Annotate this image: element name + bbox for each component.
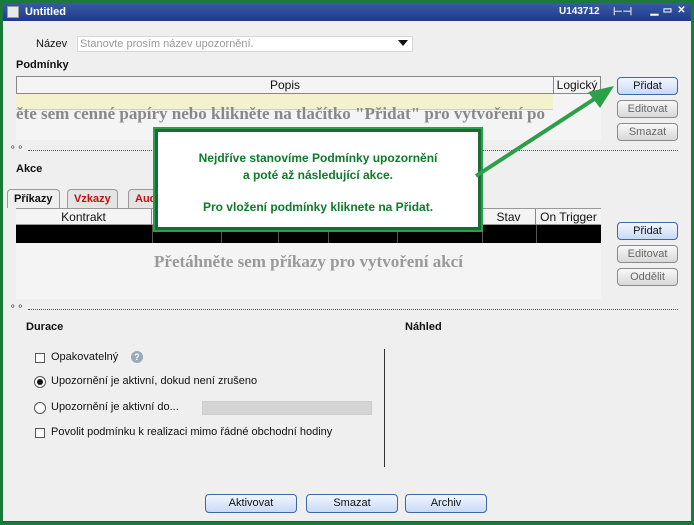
maximize-icon[interactable]: ▭ [662, 6, 673, 17]
repeat-label: Opakovatelný [51, 351, 119, 363]
active-until-cancelled-label: Upozornění je aktivní, dokud není zrušen… [51, 375, 258, 387]
expiry-date-field[interactable] [202, 401, 372, 415]
outside-hours-label: Povolit podmínku k realizaci mimo řádné … [51, 426, 333, 438]
help-icon[interactable]: ? [131, 351, 143, 363]
collapse-icon[interactable]: ⚬⚬ [9, 301, 24, 312]
collapse-icon[interactable]: ⚬⚬ [9, 142, 24, 153]
active-until-date-radio[interactable] [34, 402, 46, 414]
column-header-contract[interactable]: Kontrakt [16, 209, 152, 225]
preview-divider [384, 349, 385, 467]
separate-action-button[interactable]: Oddělit [617, 268, 678, 286]
tab-messages[interactable]: Vzkazy [67, 189, 118, 208]
column-header-status[interactable]: Stav [482, 209, 536, 225]
actions-heading: Akce [16, 163, 43, 175]
outside-hours-checkbox[interactable] [35, 428, 45, 438]
duration-heading: Durace [26, 321, 64, 333]
title-bar: Untitled U143712 ⊢⊣ ▁ ▭ ✕ [3, 3, 691, 21]
conditions-heading: Podmínky [16, 59, 69, 71]
actions-splitter[interactable] [28, 309, 678, 315]
add-condition-button[interactable]: Přidat [617, 77, 678, 95]
close-icon[interactable]: ✕ [676, 6, 687, 17]
account-id: U143712 [559, 6, 600, 17]
tutorial-callout: Nejdříve stanovíme Podmínky upozornění a… [153, 127, 483, 232]
active-until-cancelled-radio[interactable] [34, 376, 46, 388]
app-icon [7, 6, 19, 18]
delete-button[interactable]: Smazat [306, 494, 398, 513]
callout-line-2: a poté až následující akce. [242, 168, 394, 182]
edit-condition-button[interactable]: Editovat [617, 100, 678, 118]
preview-heading: Náhled [405, 321, 442, 333]
active-until-date-label: Upozornění je aktivní do... [51, 401, 179, 413]
minimize-icon[interactable]: ▁ [649, 6, 660, 17]
callout-line-1: Nejdříve stanovíme Podmínky upozornění [198, 151, 438, 165]
alert-name-placeholder: Stanovte prosím název upozornění. [80, 38, 254, 50]
delete-condition-button[interactable]: Smazat [617, 123, 678, 141]
add-action-button[interactable]: Přidat [617, 222, 678, 240]
alert-name-field[interactable]: Stanovte prosím název upozornění. [77, 36, 413, 52]
name-label: Název [36, 38, 68, 50]
orders-hint: Přetáhněte sem příkazy pro vytvoření akc… [154, 252, 463, 271]
callout-line-3: Pro vložení podmínky kliknete na Přidat. [202, 200, 434, 214]
archive-button[interactable]: Archiv [405, 494, 487, 513]
tab-audio[interactable]: Aud [128, 189, 156, 208]
column-header-on-trigger[interactable]: On Trigger [536, 209, 601, 225]
edit-action-button[interactable]: Editovat [617, 245, 678, 263]
repeat-checkbox[interactable] [35, 353, 45, 363]
callout-body: Nejdříve stanovíme Podmínky upozornění a… [158, 132, 478, 227]
callout-arrow [474, 86, 614, 178]
activate-button[interactable]: Aktivovat [205, 494, 297, 513]
window-title: Untitled [25, 6, 66, 18]
chevron-down-icon[interactable] [398, 40, 408, 46]
pin-icon[interactable]: ⊢⊣ [613, 5, 632, 18]
tab-orders[interactable]: Příkazy [7, 189, 60, 208]
